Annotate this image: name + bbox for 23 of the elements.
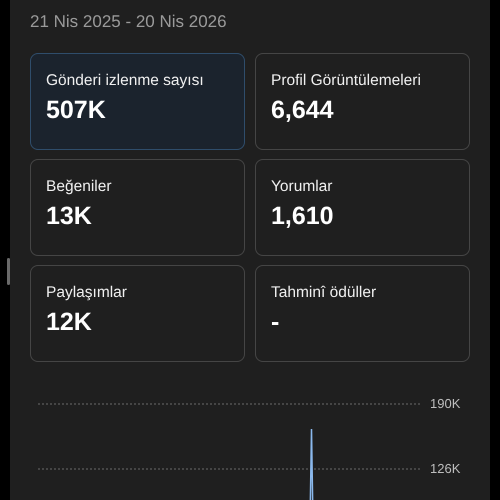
metric-label: Yorumlar <box>271 178 334 196</box>
metric-card[interactable]: Gönderi izlenme sayısı 507K <box>30 53 245 150</box>
metric-value: 507K <box>46 96 107 125</box>
metric-value: 6,644 <box>271 96 335 125</box>
metric-label: Beğeniler <box>46 178 112 196</box>
metric-card[interactable]: Beğeniler 13K <box>30 159 245 256</box>
metric-card[interactable]: Paylaşımlar 12K <box>30 265 245 362</box>
metric-value: - <box>271 308 280 337</box>
gridline-label: 190K <box>430 396 460 411</box>
metric-label: Gönderi izlenme sayısı <box>46 72 205 90</box>
scroll-indicator <box>7 258 10 285</box>
views-line-drawing <box>309 428 314 500</box>
metric-card[interactable]: Profil Görüntülemeleri 6,644 <box>255 53 470 150</box>
metric-card[interactable]: Tahminî ödüller - <box>255 265 470 362</box>
metric-value: 1,610 <box>271 202 335 231</box>
gridline-label: 126K <box>430 461 460 476</box>
metric-label: Paylaşımlar <box>46 284 128 302</box>
metric-label: Tahminî ödüller <box>271 284 378 302</box>
metric-label: Profil Görüntülemeleri <box>271 72 422 90</box>
metric-card[interactable]: Yorumlar 1,610 <box>255 159 470 256</box>
date-range: 21 Nis 2025 - 20 Nis 2026 <box>30 12 228 32</box>
metric-value: 12K <box>46 308 93 337</box>
metric-value: 13K <box>46 202 93 231</box>
